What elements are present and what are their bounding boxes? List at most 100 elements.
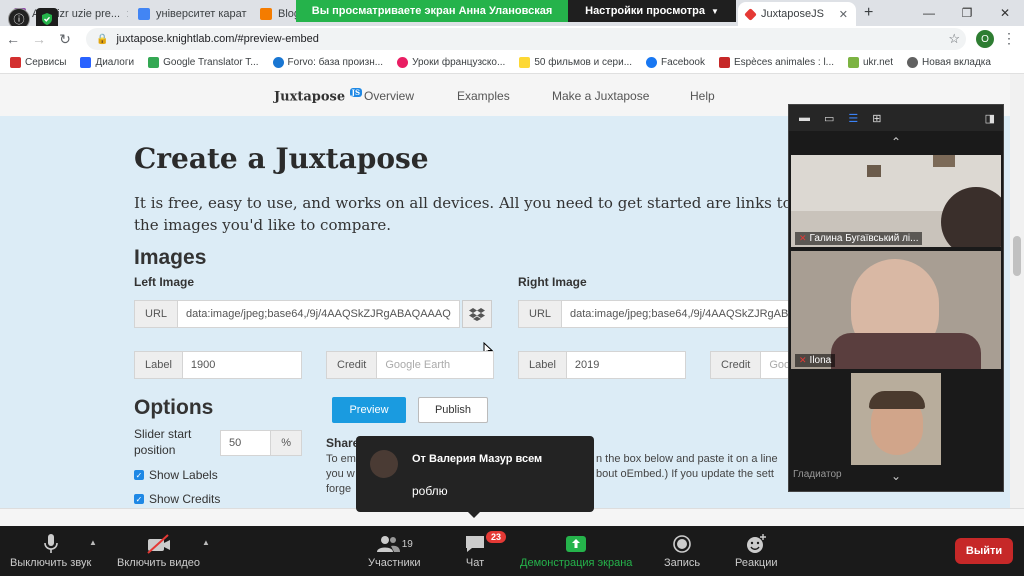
chevron-up-icon[interactable]: ▲ xyxy=(202,538,210,547)
reload-icon[interactable]: ↻ xyxy=(52,31,78,48)
tab-2[interactable]: університет карат ✕ xyxy=(130,2,250,26)
right-url-field[interactable]: URL data:image/jpeg;base64,/9j/4AAQSkZJR… xyxy=(518,300,790,328)
exit-panel-icon[interactable]: ◨ xyxy=(985,112,995,125)
start-video-button[interactable]: Включить видео xyxy=(117,531,200,569)
participants-button[interactable]: 19 Участники xyxy=(368,531,421,569)
tab-juxtapose[interactable]: JuxtaposeJS ✕ xyxy=(738,2,856,26)
tab-3[interactable]: Blogg xyxy=(252,2,296,26)
nav-examples[interactable]: Examples xyxy=(457,89,510,103)
bookmark-item[interactable]: Facebook xyxy=(639,57,712,68)
bookmark-star-icon[interactable]: ☆ xyxy=(948,31,960,47)
address-bar: ← → ↻ 🔒 juxtapose.knightlab.com/#preview… xyxy=(0,26,1024,52)
chat-notification[interactable]: От Валерия Мазур всем роблю xyxy=(356,436,594,518)
right-label-field[interactable]: Label 2019 xyxy=(518,351,686,379)
viewing-screen-label: Вы просматриваете экран Анна Улановская xyxy=(296,0,568,22)
bookmark-item[interactable]: ukr.net xyxy=(841,57,900,68)
menu-icon[interactable]: ⋮ xyxy=(1002,30,1016,47)
minimize-panel-icon[interactable]: ▬ xyxy=(799,112,810,124)
scroll-up-icon[interactable]: ⌃ xyxy=(789,131,1003,153)
scrollbar-thumb[interactable] xyxy=(1013,236,1021,276)
share-heading: Share xyxy=(326,436,360,450)
bookmark-item[interactable]: Forvo: база произн... xyxy=(266,57,391,68)
site-icon xyxy=(718,57,730,68)
nav-overview[interactable]: Overview xyxy=(364,89,414,103)
site-logo[interactable]: Juxtapose JS xyxy=(274,88,363,104)
bookmark-item[interactable]: Espèces animales : l... xyxy=(712,57,841,68)
single-view-icon[interactable]: ▭ xyxy=(824,112,834,125)
bookmarks-bar: Сервисы Диалоги Google Translator T... F… xyxy=(0,52,1024,74)
participant-name: ✕ Ilona xyxy=(795,354,836,367)
bookmark-item[interactable]: Google Translator T... xyxy=(141,57,265,68)
ukrnet-icon xyxy=(848,57,859,68)
page-scrollbar[interactable] xyxy=(1010,74,1024,526)
vk-icon xyxy=(80,57,92,68)
share-banner: Вы просматриваете экран Анна Улановская … xyxy=(296,0,736,22)
participant-hair xyxy=(869,391,925,409)
preview-button[interactable]: Preview xyxy=(332,397,406,423)
video-tile-1[interactable]: ✕ Галина Бугаївський лі... xyxy=(791,155,1001,247)
new-tab-icon[interactable]: + xyxy=(864,4,873,22)
show-credits-checkbox[interactable]: ✓ xyxy=(134,494,144,504)
tab-favicon-icon xyxy=(138,8,150,20)
url-text: juxtapose.knightlab.com/#preview-embed xyxy=(116,33,319,45)
nav-make[interactable]: Make a Juxtapose xyxy=(552,89,649,103)
url-input[interactable]: 🔒 juxtapose.knightlab.com/#preview-embed xyxy=(86,28,966,50)
dropbox-button[interactable] xyxy=(462,300,492,328)
right-image-heading: Right Image xyxy=(518,275,587,289)
bookmark-item[interactable]: Уроки французско... xyxy=(390,57,512,68)
show-labels-checkbox[interactable]: ✓ xyxy=(134,470,144,480)
profile-avatar[interactable]: O xyxy=(976,30,994,48)
participant-name: ✕ Галина Бугаївський лі... xyxy=(795,232,923,245)
slider-start-field[interactable]: 50 % xyxy=(220,430,302,456)
gallery-view-icon[interactable]: ⊞ xyxy=(872,112,881,125)
participants-count: 19 xyxy=(401,538,413,550)
minimize-icon[interactable]: — xyxy=(910,0,948,26)
video-tile-3[interactable] xyxy=(851,373,941,465)
bookmark-item[interactable]: 50 фильмов и сери... xyxy=(512,57,639,68)
chevron-up-icon[interactable]: ▲ xyxy=(89,538,97,547)
mic-muted-icon: ✕ xyxy=(799,233,807,243)
view-options-button[interactable]: Настройки просмотра ▼ xyxy=(568,0,736,22)
popup-tail xyxy=(468,512,480,518)
record-button[interactable]: Запись xyxy=(664,531,700,569)
chevron-down-icon: ▼ xyxy=(710,6,719,16)
embed-text-1: To em xyxy=(326,453,356,465)
chat-button[interactable]: Чат 23 xyxy=(464,531,507,569)
scroll-down-icon[interactable]: ⌄ xyxy=(789,469,1003,489)
nav-help[interactable]: Help xyxy=(690,89,715,103)
restore-icon[interactable]: ❐ xyxy=(948,0,986,26)
mute-button[interactable]: Выключить звук xyxy=(10,531,91,569)
reactions-button[interactable]: Реакции xyxy=(735,531,778,569)
tab-title: JuxtaposeJS xyxy=(761,8,824,20)
close-icon[interactable]: ✕ xyxy=(839,8,848,21)
images-heading: Images xyxy=(134,246,207,269)
bookmark-item[interactable]: Сервисы xyxy=(0,57,73,68)
slider-start-label: Slider start position xyxy=(134,427,192,457)
bookmark-item[interactable]: Новая вкладка xyxy=(900,57,998,68)
strip-view-icon[interactable]: ☰ xyxy=(848,112,858,125)
page-title: Create a Juxtapose xyxy=(134,142,429,175)
embed-text-1-right: n the box below and paste it on a line xyxy=(596,453,778,465)
leave-meeting-button[interactable]: Выйти xyxy=(955,538,1013,564)
chat-unread-badge: 23 xyxy=(486,531,507,543)
apps-grid-icon xyxy=(10,57,21,68)
chat-icon xyxy=(464,531,486,557)
left-credit-field[interactable]: Credit Google Earth xyxy=(326,351,494,379)
bookmark-item[interactable]: Диалоги xyxy=(73,57,141,68)
forward-icon[interactable]: → xyxy=(26,31,52,47)
left-url-field[interactable]: URL data:image/jpeg;base64,/9j/4AAQSkZJR… xyxy=(134,300,460,328)
back-icon[interactable]: ← xyxy=(0,31,26,47)
video-tile-2[interactable]: ✕ Ilona xyxy=(791,251,1001,369)
left-label-field[interactable]: Label 1900 xyxy=(134,351,302,379)
close-window-icon[interactable]: ✕ xyxy=(986,0,1024,26)
tab-title: університет карат xyxy=(156,8,247,20)
chat-message: роблю xyxy=(412,484,448,498)
left-image-heading: Left Image xyxy=(134,275,195,289)
publish-button[interactable]: Publish xyxy=(418,397,488,423)
share-screen-button[interactable]: Демонстрация экрана xyxy=(520,531,632,569)
right-credit-field[interactable]: Credit Goo xyxy=(710,351,790,379)
close-icon[interactable]: ✕ xyxy=(126,8,128,21)
share-screen-icon xyxy=(565,531,587,557)
chat-sender: От Валерия Мазур всем xyxy=(412,453,543,465)
options-heading: Options xyxy=(134,396,214,419)
